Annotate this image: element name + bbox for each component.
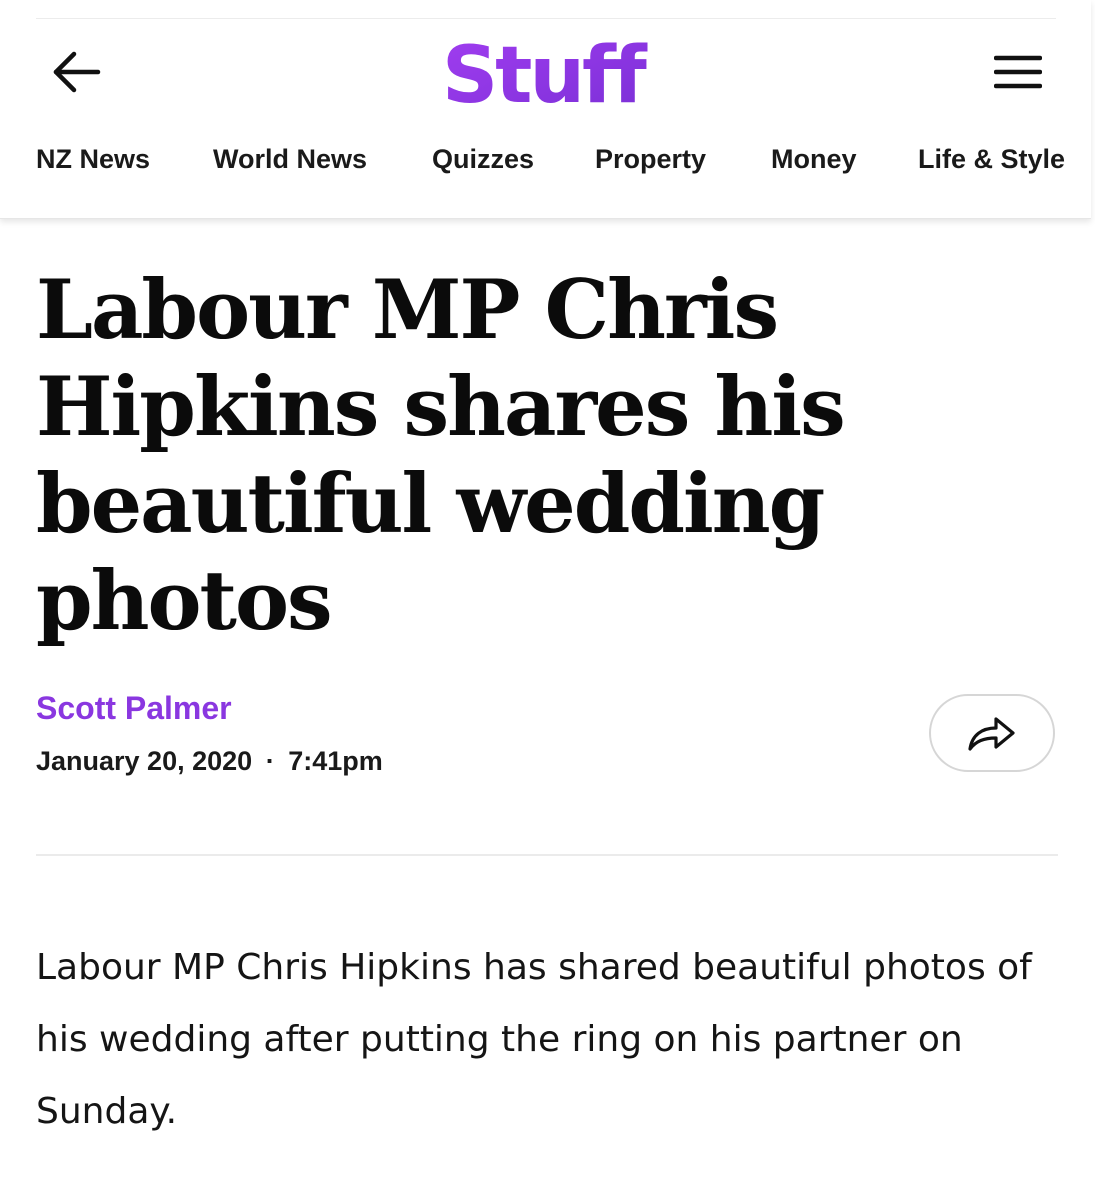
share-arrow-icon xyxy=(968,717,1015,751)
header-top-divider xyxy=(36,18,1056,19)
article-headline: Labour MP Chris Hipkins shares his beaut… xyxy=(36,263,846,649)
nav-item-nz-news[interactable]: NZ News xyxy=(36,144,150,175)
section-nav: NZ News World News Quizzes Property Mone… xyxy=(0,140,1091,188)
nav-item-world-news[interactable]: World News xyxy=(213,144,367,175)
logo-text: Stuff xyxy=(442,31,648,114)
arrow-left-icon xyxy=(53,51,101,93)
nav-item-money[interactable]: Money xyxy=(771,144,857,175)
nav-item-property[interactable]: Property xyxy=(595,144,706,175)
publish-time: 7:41pm xyxy=(288,746,383,776)
menu-button[interactable] xyxy=(986,44,1050,100)
author-link[interactable]: Scott Palmer xyxy=(36,690,232,727)
hamburger-menu-icon xyxy=(994,55,1042,89)
stuff-logo[interactable]: Stuff xyxy=(440,30,654,114)
article-dateline: January 20, 2020 · 7:41pm xyxy=(36,746,383,777)
publish-date: January 20, 2020 xyxy=(36,746,253,776)
nav-item-life-style[interactable]: Life & Style xyxy=(918,144,1065,175)
site-header: Stuff NZ News World News Quizzes Propert… xyxy=(0,0,1091,219)
back-button[interactable] xyxy=(46,44,106,100)
date-separator: · xyxy=(265,746,275,776)
article-intro: Labour MP Chris Hipkins has shared beaut… xyxy=(36,947,1032,1132)
byline-divider xyxy=(36,854,1058,856)
nav-item-quizzes[interactable]: Quizzes xyxy=(432,144,534,175)
share-button[interactable] xyxy=(929,694,1055,772)
